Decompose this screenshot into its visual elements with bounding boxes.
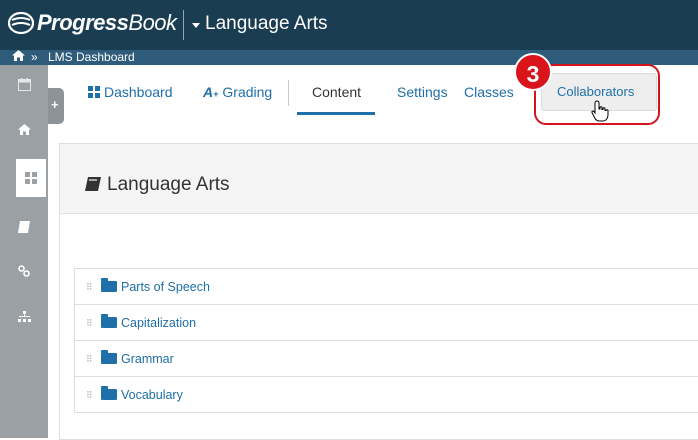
- header-divider: [183, 10, 184, 40]
- drag-handle-icon[interactable]: ⠿: [86, 390, 93, 399]
- folder-label[interactable]: Grammar: [121, 352, 174, 366]
- plus-icon: +: [51, 97, 59, 112]
- drag-handle-icon[interactable]: ⠿: [86, 282, 93, 291]
- tab-settings[interactable]: Settings: [397, 84, 448, 100]
- caret-down-icon: [192, 22, 200, 28]
- tab-classes[interactable]: Classes: [464, 84, 514, 100]
- pointer-hand-icon: [591, 100, 609, 127]
- sitemap-icon[interactable]: [0, 297, 48, 335]
- progressbook-logo[interactable]: ProgressBook: [8, 10, 177, 36]
- top-bar: ProgressBook Language Arts: [0, 0, 698, 50]
- tab-content[interactable]: Content: [312, 84, 361, 100]
- folder-icon: [101, 314, 117, 328]
- tab-dashboard[interactable]: Dashboard: [88, 84, 173, 100]
- folder-list: ⠿ Parts of Speech ⠿ Capitalization ⠿ Gra…: [74, 268, 698, 413]
- link-icon[interactable]: [0, 252, 48, 290]
- tab-dashboard-label: Dashboard: [104, 84, 173, 100]
- logo-bold-text: Progress: [37, 10, 129, 35]
- calendar-icon[interactable]: [0, 65, 48, 103]
- active-tab-indicator: [297, 112, 375, 115]
- tab-content-label: Content: [312, 84, 362, 100]
- home-icon[interactable]: [0, 110, 48, 148]
- home-icon[interactable]: [12, 50, 25, 65]
- course-name: Language Arts: [205, 13, 328, 34]
- panel-header: Language Arts: [60, 144, 698, 214]
- tab-divider: [288, 80, 289, 106]
- folder-icon: [101, 278, 117, 292]
- tab-settings-label: Settings: [397, 84, 448, 100]
- breadcrumb: » LMS Dashboard: [0, 50, 698, 65]
- breadcrumb-lms-dashboard[interactable]: LMS Dashboard: [48, 50, 135, 65]
- list-item[interactable]: ⠿ Parts of Speech: [74, 268, 698, 305]
- folder-icon: [101, 350, 117, 364]
- folder-icon: [101, 386, 117, 400]
- tab-classes-label: Classes: [464, 84, 514, 100]
- panel-title-text: Language Arts: [107, 174, 230, 195]
- logo-swoosh-icon: [8, 11, 34, 35]
- book-icon[interactable]: [0, 208, 48, 246]
- logo-rest-text: Book: [128, 10, 177, 35]
- tab-grading[interactable]: A+ Grading: [203, 84, 272, 100]
- step-number-badge: 3: [514, 53, 552, 91]
- list-item[interactable]: ⠿ Capitalization: [74, 305, 698, 341]
- drag-handle-icon[interactable]: ⠿: [86, 354, 93, 363]
- folder-label[interactable]: Capitalization: [121, 316, 196, 330]
- list-item[interactable]: ⠿ Vocabulary: [74, 377, 698, 413]
- folder-label[interactable]: Parts of Speech: [121, 280, 210, 294]
- list-item[interactable]: ⠿ Grammar: [74, 341, 698, 377]
- course-selector[interactable]: Language Arts: [192, 13, 328, 35]
- grid-icon: [88, 86, 100, 98]
- panel-title: Language Arts: [85, 174, 230, 196]
- drag-handle-icon[interactable]: ⠿: [86, 318, 93, 327]
- folder-label[interactable]: Vocabulary: [121, 388, 183, 402]
- left-sidebar: [0, 65, 48, 438]
- breadcrumb-separator: »: [31, 50, 38, 64]
- book-icon: [85, 177, 101, 191]
- sidebar-expand-toggle[interactable]: +: [48, 88, 64, 124]
- grade-a-plus-icon: A+: [203, 84, 219, 100]
- tab-grading-label: Grading: [222, 84, 273, 100]
- dashboard-grid-icon[interactable]: [16, 159, 46, 197]
